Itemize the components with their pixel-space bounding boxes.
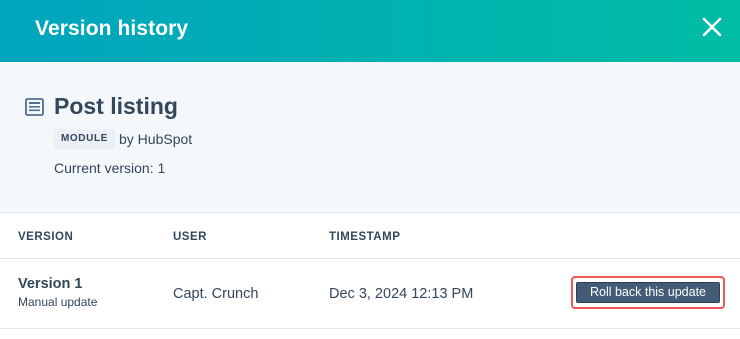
rollback-button[interactable]: Roll back this update [576,282,720,303]
column-header-timestamp: TIMESTAMP [329,231,401,243]
author-byline: by HubSpot [119,131,193,147]
version-timestamp: Dec 3, 2024 12:13 PM [329,286,474,302]
close-icon[interactable] [700,15,724,39]
column-header-version: VERSION [18,231,74,243]
version-name: Version 1 [18,276,83,292]
version-user: Capt. Crunch [173,286,259,302]
version-note: Manual update [18,295,98,309]
item-title: Post listing [54,93,178,119]
document-icon [25,98,44,116]
item-info-panel: Post listing MODULE by HubSpot Current v… [0,62,740,213]
type-tag: MODULE [54,129,115,149]
modal-title: Version history [35,17,189,40]
current-version: Current version: 1 [54,160,166,176]
table-row: Version 1 Manual update Capt. Crunch Dec… [0,259,740,329]
column-header-user: USER [173,231,207,243]
table-header: VERSION USER TIMESTAMP [0,213,740,259]
modal-header: Version history [0,0,740,62]
